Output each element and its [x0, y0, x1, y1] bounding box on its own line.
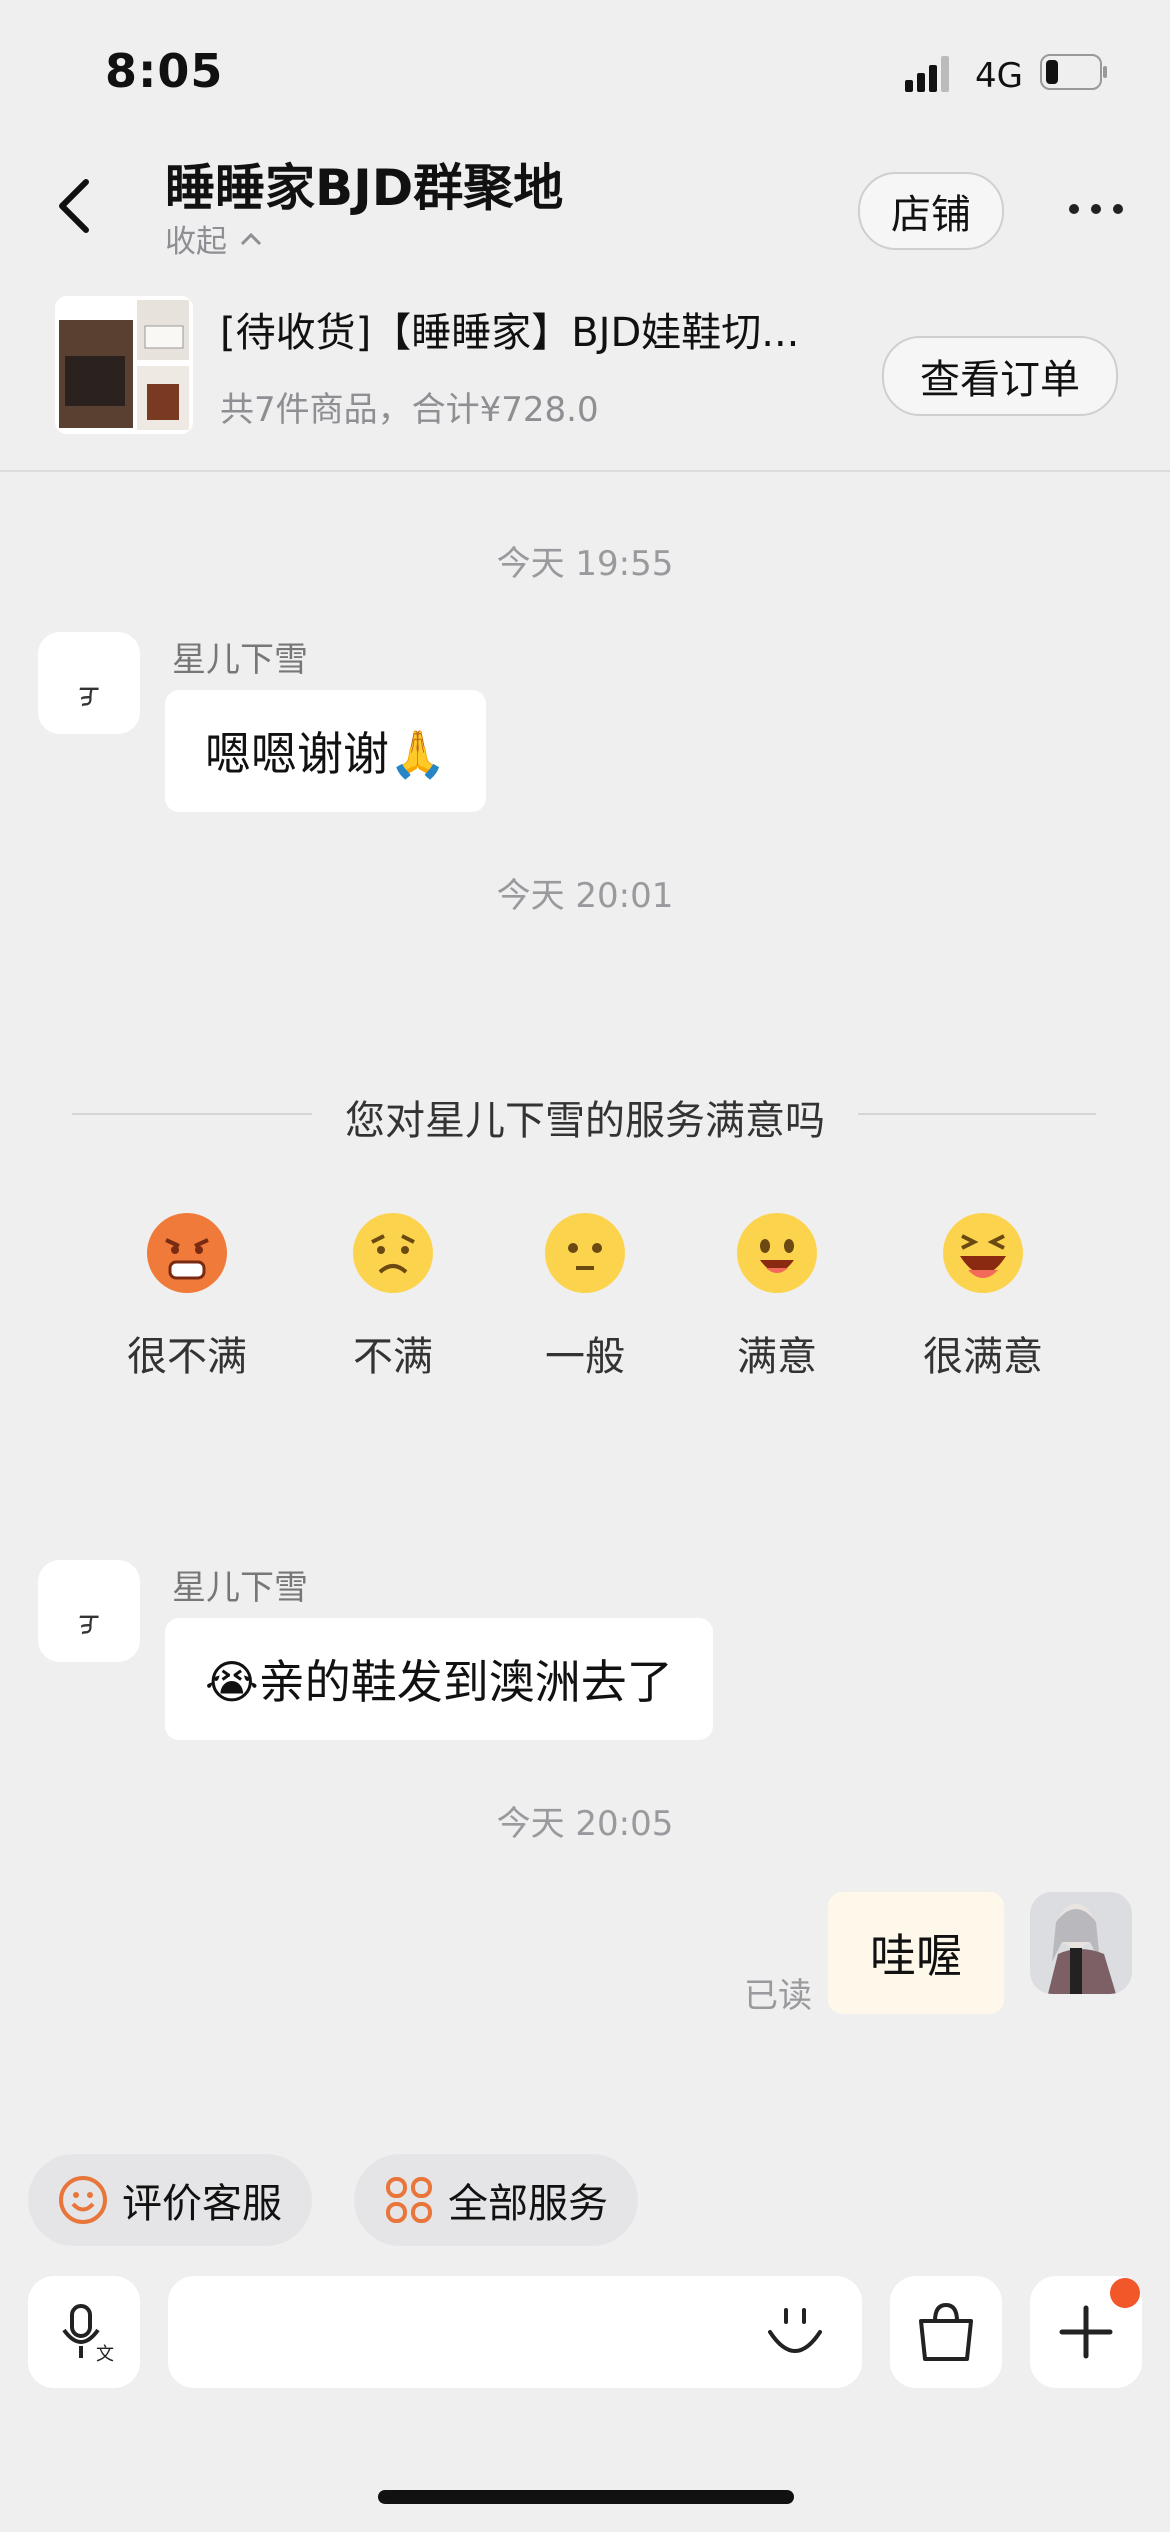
neutral-face-icon	[545, 1213, 625, 1293]
view-order-button[interactable]: 查看订单	[882, 336, 1118, 416]
rating-satisfied[interactable]: 满意	[692, 1212, 862, 1382]
rating-very-satisfied[interactable]: 很满意	[898, 1212, 1068, 1382]
rate-service-label: 评价客服	[122, 2181, 282, 2227]
header-divider	[0, 470, 1170, 472]
notification-dot	[1110, 2278, 1140, 2308]
home-indicator[interactable]	[378, 2490, 794, 2504]
laughing-face-icon	[943, 1213, 1023, 1293]
smiley-icon	[59, 2176, 107, 2224]
rating-label: 一般	[545, 1334, 625, 1380]
order-title[interactable]: [待收货]【睡睡家】BJD娃鞋切...	[220, 300, 799, 358]
frown-face-icon	[353, 1213, 433, 1293]
timestamp: 今天 19:55	[496, 544, 674, 584]
battery-icon	[1040, 54, 1107, 90]
rating-label: 满意	[737, 1334, 817, 1380]
all-services-button[interactable]: 全部服务	[354, 2154, 638, 2246]
grid-icon	[386, 2177, 432, 2223]
shop-button[interactable]: 店铺	[858, 172, 1004, 250]
svg-text:文: 文	[96, 2344, 114, 2364]
angry-face-icon	[147, 1213, 227, 1293]
network-type: 4G	[975, 56, 1023, 96]
timestamp: 今天 20:05	[496, 1804, 674, 1844]
rating-label: 很不满	[127, 1334, 247, 1380]
order-summary: 共7件商品，合计¥728.0	[220, 390, 599, 430]
message-bubble[interactable]: 嗯嗯谢谢🙏	[165, 690, 487, 812]
smile-face-icon	[737, 1213, 817, 1293]
message-bubble[interactable]: 😭亲的鞋发到澳洲去了	[165, 1618, 713, 1740]
all-services-label: 全部服务	[448, 2181, 608, 2227]
voice-input-button[interactable]: 文	[28, 2276, 140, 2388]
chat-title: 睡睡家BJD群聚地	[165, 159, 564, 217]
survey-question: 您对星儿下雪的服务满意吗	[0, 1088, 1170, 1146]
chevron-up-icon	[240, 232, 262, 245]
product-button[interactable]	[890, 2276, 1002, 2388]
avatar[interactable]: ᢖ	[38, 1560, 140, 1662]
sent-message-bubble[interactable]: 哇喔	[828, 1892, 1004, 2014]
rating-very-dissatisfied[interactable]: 很不满	[102, 1212, 272, 1382]
more-icon[interactable]	[1068, 198, 1124, 220]
shoes-image	[55, 296, 193, 434]
avatar-glyph: ᢖ	[78, 1601, 100, 1637]
status-time: 8:05	[105, 44, 224, 98]
doll-avatar-image	[1030, 1892, 1132, 1994]
read-status: 已读	[744, 1976, 812, 2016]
back-icon[interactable]	[50, 176, 100, 236]
collapse-toggle[interactable]: 收起	[165, 216, 263, 261]
sender-name: 星儿下雪	[172, 1568, 308, 1608]
rating-dissatisfied[interactable]: 不满	[308, 1212, 478, 1382]
signal-icon	[905, 56, 949, 92]
order-thumbnail[interactable]	[55, 296, 193, 434]
rating-neutral[interactable]: 一般	[500, 1212, 670, 1382]
message-input[interactable]	[168, 2276, 862, 2388]
timestamp: 今天 20:01	[496, 876, 674, 916]
avatar[interactable]: ᢖ	[38, 632, 140, 734]
microphone-icon: 文	[62, 2304, 114, 2364]
plus-icon	[1059, 2305, 1113, 2359]
collapse-label: 收起	[165, 224, 227, 260]
my-avatar[interactable]	[1030, 1892, 1132, 1994]
rate-service-button[interactable]: 评价客服	[28, 2154, 312, 2246]
emoji-icon[interactable]	[764, 2302, 826, 2364]
rating-label: 很满意	[923, 1334, 1043, 1380]
avatar-glyph: ᢖ	[78, 673, 100, 709]
rating-label: 不满	[353, 1334, 433, 1380]
sender-name: 星儿下雪	[172, 640, 308, 680]
shopping-bag-icon	[919, 2302, 973, 2361]
